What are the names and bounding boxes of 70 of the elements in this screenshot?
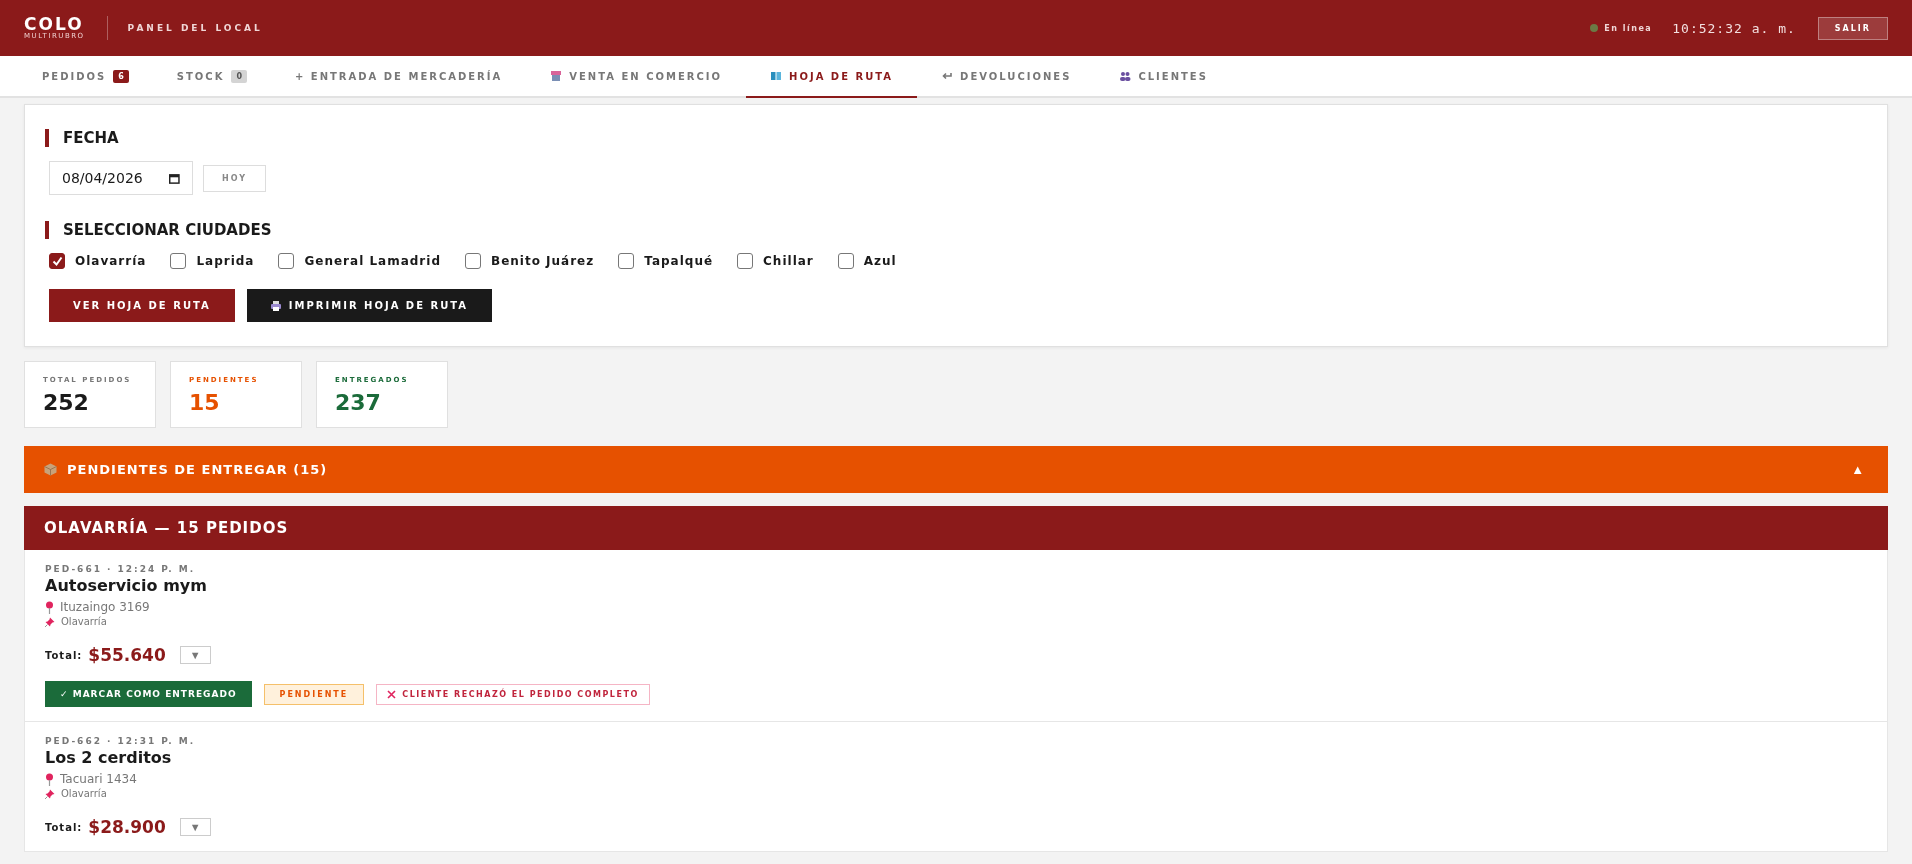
- order-meta: PED-661 · 12:24 P. M.: [45, 564, 197, 574]
- order-address: Ituzaingo 3169: [60, 600, 150, 614]
- section-title: PENDIENTES DE ENTREGAR (15): [67, 462, 329, 477]
- nav-tab[interactable]: DEVOLUCIONES: [917, 56, 1096, 98]
- city-checkbox[interactable]: Benito Juárez: [465, 253, 595, 269]
- clock: 10:52:32 a. m.: [1672, 20, 1796, 36]
- city-checkbox[interactable]: Chillar: [737, 253, 814, 269]
- city-checkbox[interactable]: General Lamadrid: [278, 253, 441, 269]
- location-pin-icon: [45, 772, 54, 786]
- book-icon: [770, 70, 783, 82]
- nav-tab[interactable]: HOJA DE RUTA: [746, 56, 918, 98]
- pushpin-icon: [45, 788, 55, 799]
- location-pin-icon: [45, 600, 54, 614]
- stat-value: 15: [189, 390, 221, 415]
- people-icon: [1119, 70, 1132, 82]
- nav-tab[interactable]: CLIENTES: [1095, 56, 1232, 98]
- section-title: SELECCIONAR CIUDADES: [45, 221, 1863, 239]
- nav-tab[interactable]: STOCK 0: [152, 56, 271, 98]
- return-arrow-icon: [941, 70, 954, 82]
- checkbox[interactable]: [737, 253, 754, 269]
- checkbox[interactable]: [170, 253, 187, 269]
- count-badge: 0: [231, 69, 247, 83]
- pending-section-header[interactable]: PENDIENTES DE ENTREGAR (15) ▲: [24, 446, 1888, 493]
- nav-tab[interactable]: PEDIDOS 6: [18, 56, 153, 98]
- count-badge: 6: [113, 69, 129, 83]
- printer-icon: [270, 300, 281, 311]
- reject-order-button[interactable]: CLIENTE RECHAZÓ EL PEDIDO COMPLETO: [376, 683, 650, 705]
- city-checkbox[interactable]: Laprida: [170, 253, 255, 269]
- date-field[interactable]: 08/04/2026: [49, 161, 193, 195]
- city-checkbox[interactable]: Olavarría: [49, 253, 147, 269]
- city-checkbox[interactable]: Tapalqué: [618, 253, 714, 269]
- nav-tab[interactable]: VENTA EN COMERCIO: [526, 56, 747, 98]
- view-route-button[interactable]: VER HOJA DE RUTA: [49, 289, 235, 322]
- status-label: En línea: [1604, 23, 1653, 33]
- city-group-title: OLAVARRÍA — 15 PEDIDOS: [44, 519, 289, 537]
- mark-delivered-button[interactable]: ✓ MARCAR COMO ENTREGADO: [45, 681, 252, 707]
- logo-text: COLO: [24, 16, 85, 33]
- calendar-icon[interactable]: [169, 172, 180, 184]
- checkbox[interactable]: [618, 253, 635, 269]
- today-button[interactable]: HOY: [203, 164, 266, 192]
- checkbox[interactable]: [465, 253, 481, 269]
- stat-value: 252: [43, 390, 90, 415]
- order-city: Olavarría: [61, 616, 107, 627]
- customer-name: Autoservicio mym: [45, 576, 208, 595]
- collapse-toggle[interactable]: ▲: [1847, 462, 1868, 477]
- close-icon: [387, 689, 397, 699]
- order-city: Olavarría: [61, 788, 107, 799]
- package-icon: [44, 463, 57, 476]
- order-meta: PED-662 · 12:31 P. M.: [45, 736, 197, 746]
- total-label: Total:: [45, 821, 83, 833]
- checkbox[interactable]: [278, 253, 295, 269]
- logout-button[interactable]: SALIR: [1817, 16, 1888, 40]
- stat-value: 237: [335, 390, 382, 415]
- expand-toggle[interactable]: ▼: [179, 818, 211, 836]
- pushpin-icon: [45, 616, 55, 627]
- order-total: $28.900: [88, 817, 166, 837]
- order-address: Tacuari 1434: [60, 772, 137, 786]
- customer-name: Los 2 cerditos: [45, 748, 173, 767]
- print-route-button[interactable]: IMPRIMIR HOJA DE RUTA: [246, 289, 493, 322]
- order-total: $55.640: [88, 645, 166, 665]
- checkbox[interactable]: [837, 253, 854, 269]
- total-label: Total:: [45, 649, 83, 661]
- section-title: FECHA: [45, 129, 1863, 147]
- panel-title: PANEL DEL LOCAL: [127, 23, 263, 33]
- checkbox[interactable]: [49, 253, 65, 269]
- store-icon: [550, 70, 563, 82]
- nav-tab[interactable]: + ENTRADA DE MERCADERÍA: [270, 56, 527, 98]
- status-badge: PENDIENTE: [263, 683, 365, 705]
- city-checkbox[interactable]: Azul: [837, 253, 897, 269]
- expand-toggle[interactable]: ▼: [179, 646, 211, 664]
